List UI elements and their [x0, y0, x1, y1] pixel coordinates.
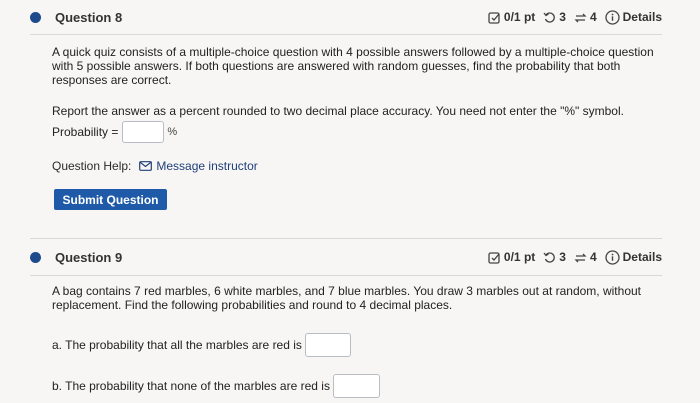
- info-icon: [604, 9, 620, 25]
- question-8-retries-text: 4: [589, 10, 597, 24]
- question-9-part-b: b. The probability that none of the marb…: [52, 374, 660, 398]
- question-9-title-wrap: Question 9: [30, 250, 122, 265]
- question-8-attempts-text: 3: [559, 10, 566, 24]
- question-help-label: Question Help:: [52, 159, 132, 173]
- question-help-row: Question Help: Message instructor: [52, 159, 258, 173]
- retry-arrows-icon: [574, 253, 587, 262]
- question-9-attempts-text: 3: [559, 250, 566, 264]
- percent-symbol: %: [167, 126, 178, 138]
- probability-input[interactable]: [122, 121, 165, 143]
- envelope-icon: [139, 161, 153, 171]
- info-icon: [604, 249, 620, 265]
- question-status-dot-icon: [30, 251, 41, 263]
- submit-question-button[interactable]: Submit Question: [54, 189, 167, 210]
- part-b-input[interactable]: [332, 374, 380, 398]
- question-9-header: Question 9 0/1 pt 3 4 Details: [30, 238, 662, 276]
- question-8-points: 0/1 pt: [488, 10, 535, 24]
- question-8-title-wrap: Question 8: [30, 10, 122, 25]
- question-9-details-label: Details: [622, 250, 662, 264]
- part-a-input[interactable]: [304, 333, 351, 357]
- question-9-part-a: a. The probability that all the marbles …: [52, 333, 660, 357]
- question-8-prompt: A quick quiz consists of a multiple-choi…: [52, 45, 654, 87]
- question-9-points: 0/1 pt: [488, 250, 535, 264]
- retry-arrows-icon: [574, 13, 587, 22]
- question-8-details-label: Details: [622, 10, 662, 24]
- question-9-prompt: A bag contains 7 red marbles, 6 white ma…: [52, 284, 641, 312]
- part-a-label: a. The probability that all the marbles …: [52, 338, 302, 352]
- probability-label: Probability =: [52, 125, 119, 139]
- message-instructor-link[interactable]: Message instructor: [139, 159, 258, 173]
- question-8-retries: 4: [574, 10, 597, 24]
- question-8-meta: 0/1 pt 3 4 Details: [480, 9, 662, 25]
- question-9-title: Question 9: [55, 249, 123, 265]
- message-instructor-label: Message instructor: [156, 159, 258, 173]
- question-8-header: Question 8 0/1 pt 3 4 Details: [30, 0, 662, 35]
- undo-icon: [543, 251, 556, 263]
- question-9-retries: 4: [574, 250, 597, 264]
- question-8-title: Question 8: [55, 9, 123, 25]
- question-8-instructions: Report the answer as a percent rounded t…: [52, 104, 660, 143]
- question-8-points-text: 0/1 pt: [503, 10, 536, 24]
- probability-row: Probability = %: [52, 121, 660, 143]
- question-8-details-button[interactable]: Details: [604, 9, 662, 25]
- question-9-attempts: 3: [543, 250, 566, 264]
- question-8-attempts: 3: [543, 10, 566, 24]
- undo-icon: [543, 11, 556, 23]
- question-9-details-button[interactable]: Details: [604, 249, 662, 265]
- edit-checkbox-icon: [488, 11, 500, 24]
- question-8-instruction-text: Report the answer as a percent rounded t…: [52, 104, 624, 118]
- question-status-dot-icon: [30, 11, 41, 23]
- part-b-label: b. The probability that none of the marb…: [52, 379, 330, 393]
- edit-checkbox-icon: [488, 251, 500, 264]
- question-9-points-text: 0/1 pt: [503, 250, 536, 264]
- question-9-meta: 0/1 pt 3 4 Details: [480, 249, 662, 265]
- question-9-retries-text: 4: [589, 250, 597, 264]
